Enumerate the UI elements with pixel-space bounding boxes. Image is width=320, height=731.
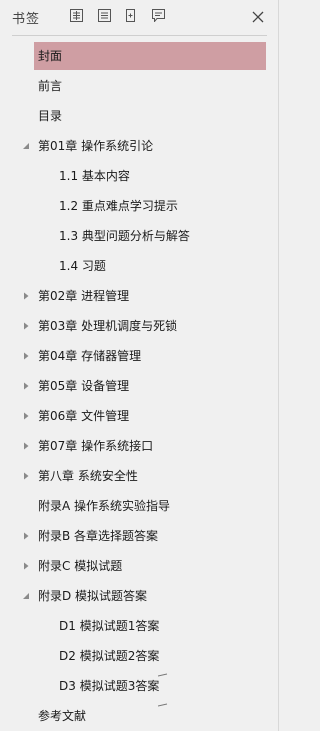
bookmark-label: 1.3 典型问题分析与解答 <box>59 229 190 243</box>
bookmark-label: 第03章 处理机调度与死锁 <box>38 319 178 333</box>
bookmark-label: D2 模拟试题2答案 <box>59 649 160 663</box>
add-bookmark-icon[interactable] <box>124 9 137 22</box>
bookmark-item[interactable]: D1 模拟试题1答案 <box>0 611 279 641</box>
bookmark-item[interactable]: 前言 <box>0 71 279 101</box>
bookmark-item[interactable]: 第03章 处理机调度与死锁 <box>0 311 279 341</box>
close-icon[interactable] <box>251 9 265 23</box>
bookmark-item[interactable]: 第05章 设备管理 <box>0 371 279 401</box>
collapsed-arrow-icon[interactable] <box>22 322 30 330</box>
expanded-arrow-icon[interactable] <box>22 142 30 150</box>
bookmark-label: D1 模拟试题1答案 <box>59 619 160 633</box>
bookmark-item[interactable]: 附录A 操作系统实验指导 <box>0 491 279 521</box>
bookmark-item[interactable]: D3 模拟试题3答案 <box>0 671 279 707</box>
cursor-mark-icon <box>157 688 168 707</box>
collapsed-arrow-icon[interactable] <box>22 442 30 450</box>
bookmark-label: 第07章 操作系统接口 <box>38 439 154 453</box>
bookmark-label: 附录D 模拟试题答案 <box>38 589 148 603</box>
bookmark-label: 第05章 设备管理 <box>38 379 130 393</box>
bookmark-item[interactable]: 第04章 存储器管理 <box>0 341 279 371</box>
expanded-arrow-icon[interactable] <box>22 592 30 600</box>
panel-header: 书签 <box>0 0 279 34</box>
bookmark-tree: 封面前言目录第01章 操作系统引论 1.1 基本内容 1.2 重点难点学习提示 1.3… <box>0 41 279 731</box>
bookmark-item[interactable]: 第01章 操作系统引论 <box>0 131 279 161</box>
bookmark-item[interactable]: 附录C 模拟试题 <box>0 551 279 581</box>
bookmark-item[interactable]: 附录D 模拟试题答案 <box>0 581 279 611</box>
expand-all-icon[interactable] <box>70 9 83 22</box>
collapse-all-icon[interactable] <box>98 9 111 22</box>
bookmark-item[interactable]: 1.3 典型问题分析与解答 <box>0 221 279 251</box>
bookmark-item[interactable]: 目录 <box>0 101 279 131</box>
bookmark-item[interactable]: 第02章 进程管理 <box>0 281 279 311</box>
bookmark-item[interactable]: 封面 <box>0 41 279 71</box>
bookmark-item[interactable]: 1.1 基本内容 <box>0 161 279 191</box>
bookmark-options-icon[interactable] <box>152 9 165 22</box>
collapsed-arrow-icon[interactable] <box>22 412 30 420</box>
selection-highlight <box>34 42 266 70</box>
collapsed-arrow-icon[interactable] <box>22 352 30 360</box>
header-divider <box>12 35 267 36</box>
bookmark-panel: 书签 封面 前言 目录 第01章 操作系统引论 1.1 基本内容 1.2 重点难… <box>0 0 279 731</box>
bookmark-label: 附录B 各章选择题答案 <box>38 529 159 543</box>
collapsed-arrow-icon[interactable] <box>22 472 30 480</box>
bookmark-item[interactable]: 1.4 习题 <box>0 251 279 281</box>
bookmark-label: 第01章 操作系统引论 <box>38 139 154 153</box>
bookmark-label: 第02章 进程管理 <box>38 289 130 303</box>
bookmark-label: 第04章 存储器管理 <box>38 349 142 363</box>
bookmark-label: 附录A 操作系统实验指导 <box>38 499 171 513</box>
bookmark-label: 参考文献 <box>38 709 87 723</box>
bookmark-label: 第06章 文件管理 <box>38 409 130 423</box>
bookmark-label: 1.1 基本内容 <box>59 169 130 183</box>
bookmark-item[interactable]: 1.2 重点难点学习提示 <box>0 191 279 221</box>
panel-title: 书签 <box>12 12 41 27</box>
cursor-mark-icon <box>157 658 168 677</box>
bookmark-label: 前言 <box>38 79 63 93</box>
collapsed-arrow-icon[interactable] <box>22 382 30 390</box>
bookmark-label: 1.4 习题 <box>59 259 106 273</box>
collapsed-arrow-icon[interactable] <box>22 562 30 570</box>
bookmark-label: 1.2 重点难点学习提示 <box>59 199 178 213</box>
bookmark-label: 附录C 模拟试题 <box>38 559 123 573</box>
bookmark-label: 封面 <box>38 49 63 63</box>
bookmark-item[interactable]: 第06章 文件管理 <box>0 401 279 431</box>
bookmark-label: 目录 <box>38 109 63 123</box>
bookmark-item[interactable]: 附录B 各章选择题答案 <box>0 521 279 551</box>
bookmark-item[interactable]: 第07章 操作系统接口 <box>0 431 279 461</box>
bookmark-item[interactable]: D2 模拟试题2答案 <box>0 641 279 677</box>
bookmark-label: D3 模拟试题3答案 <box>59 679 160 693</box>
collapsed-arrow-icon[interactable] <box>22 292 30 300</box>
bookmark-label: 第八章 系统安全性 <box>38 469 138 483</box>
bookmark-item[interactable]: 参考文献 <box>0 701 279 731</box>
collapsed-arrow-icon[interactable] <box>22 532 30 540</box>
bookmark-item[interactable]: 第八章 系统安全性 <box>0 461 279 491</box>
